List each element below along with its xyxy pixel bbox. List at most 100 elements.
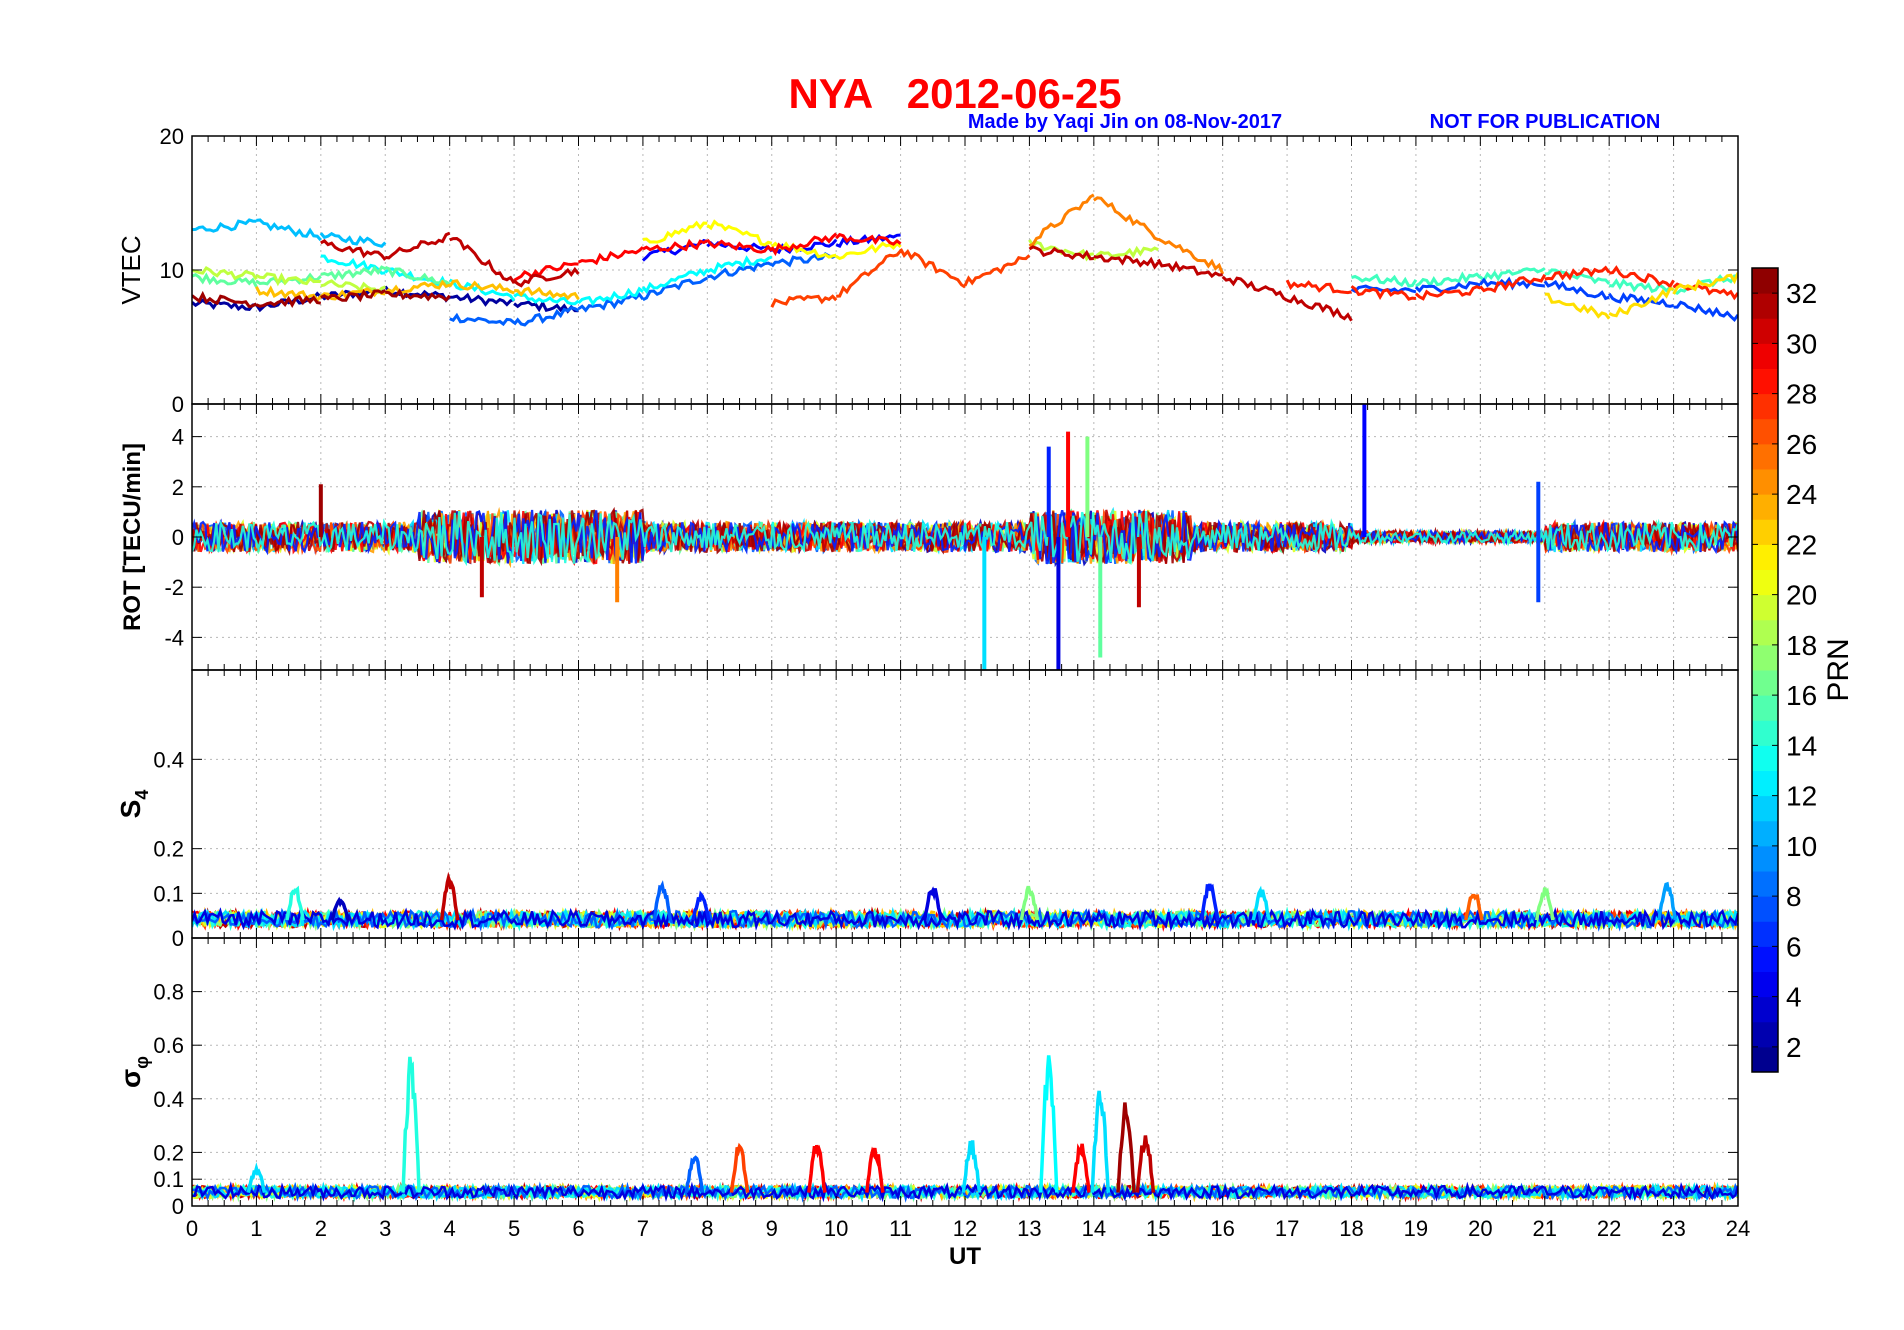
colorbar-cell: [1752, 494, 1778, 520]
s4-grid: [192, 670, 1738, 938]
credit-text: Made by Yaqi Jin on 08-Nov-2017: [968, 111, 1282, 133]
colorbar-tick-label: 2: [1786, 1032, 1802, 1063]
figure-title: NYA 2012-06-25: [788, 70, 1121, 117]
x-tick-label: 13: [1017, 1216, 1041, 1241]
y-tick-label: 0.1: [153, 881, 184, 906]
colorbar-cell: [1752, 418, 1778, 445]
colorbar-cell: [1752, 393, 1778, 420]
colorbar-cell: [1752, 670, 1778, 696]
x-tick-label: 6: [572, 1216, 584, 1241]
figure: NYA 2012-06-25 Made by Yaqi Jin on 08-No…: [115, 70, 1855, 1270]
rot-ylabel: ROT [TECU/min]: [119, 443, 146, 631]
colorbar-tick-label: 24: [1786, 479, 1817, 510]
colorbar-cell: [1752, 745, 1778, 771]
y-tick-label: 2: [172, 475, 184, 500]
y-tick-label: 4: [172, 425, 184, 450]
panel-vtec: 0 10 20 VTEC: [116, 124, 1739, 417]
colorbar-cell: [1752, 569, 1778, 596]
s4-ylabel: S4: [115, 790, 152, 819]
sigma_phi-peak: [1090, 1090, 1111, 1193]
colorbar-tick-label: 20: [1786, 580, 1817, 611]
x-tick-label: 23: [1661, 1216, 1685, 1241]
x-tick-label: 5: [508, 1216, 520, 1241]
vtec-series-prn-25: [1028, 193, 1225, 275]
colorbar-cell: [1752, 971, 1778, 998]
y-tick-label: 0.2: [153, 837, 184, 862]
x-axis-label: UT: [949, 1243, 981, 1270]
colorbar-tick-label: 6: [1786, 931, 1802, 962]
panel-sigma_phi: 00.10.20.40.60.8σφ0 1 2 3 4 5 6 7 8 9 10 11 12 13 14 15…: [115, 937, 1750, 1270]
colorbar-cell: [1752, 268, 1778, 294]
x-tick-label: 0: [186, 1216, 198, 1241]
x-tick-label: 20: [1468, 1216, 1492, 1241]
sigma_phi-peak: [1116, 1102, 1136, 1193]
colorbar-cell: [1752, 871, 1778, 897]
y-tick-label: -2: [164, 575, 184, 600]
vtec-ylabel: VTEC: [116, 235, 146, 304]
rot-data: [192, 404, 1738, 670]
y-tick-label: 0.6: [153, 1033, 184, 1058]
sigma_phi-peak: [401, 1056, 421, 1193]
vtec-series-prn-16: [192, 265, 451, 288]
colorbar-tick-label: 16: [1786, 680, 1817, 711]
notice-text: NOT FOR PUBLICATION: [1430, 111, 1661, 133]
colorbar-cell: [1752, 845, 1778, 872]
y-tick-label: 0.1: [153, 1167, 184, 1192]
sigma_phi-peak: [961, 1140, 982, 1193]
colorbar-cell: [1752, 1046, 1778, 1073]
x-tick-label: 3: [379, 1216, 391, 1241]
x-tick-label: 21: [1533, 1216, 1557, 1241]
colorbar-tick-label: 8: [1786, 881, 1802, 912]
colorbar-cell: [1752, 343, 1778, 369]
x-tick-label: 11: [889, 1216, 912, 1241]
x-tick-label: 4: [444, 1216, 456, 1241]
colorbar-tick-label: 12: [1786, 781, 1817, 812]
colorbar-cell: [1752, 469, 1778, 495]
x-tick-label: 15: [1146, 1216, 1170, 1241]
y-tick-label: 0: [172, 392, 184, 417]
colorbar-cell: [1752, 519, 1778, 545]
colorbar-tick-label: 26: [1786, 429, 1817, 460]
colorbar-tick-label: 30: [1786, 328, 1817, 359]
colorbar-tick-label: 4: [1786, 982, 1802, 1013]
colorbar-tick-label: 18: [1786, 630, 1817, 661]
colorbar-cell: [1752, 594, 1778, 621]
colorbar-tick-label: 32: [1786, 278, 1817, 309]
y-tick-label: 0: [172, 525, 184, 550]
colorbar-cell: [1752, 695, 1778, 721]
x-tick-label: 1: [250, 1216, 262, 1241]
x-tick-label: 19: [1404, 1216, 1428, 1241]
colorbar-cell: [1752, 544, 1778, 570]
colorbar-cell: [1752, 619, 1778, 646]
sigma_phi-peak: [1071, 1143, 1091, 1193]
y-tick-label: -4: [164, 625, 184, 650]
panel-s4: 0 0.1 0.2 0.4S4: [115, 669, 1739, 951]
colorbar-cell: [1752, 318, 1778, 344]
colorbar-tick-label: 22: [1786, 529, 1817, 560]
sigma_phi-peak: [1038, 1055, 1059, 1193]
x-tick-label: 18: [1339, 1216, 1363, 1241]
colorbar-cell: [1752, 996, 1778, 1023]
y-tick-label: 0.8: [153, 980, 184, 1005]
x-tick-label: 12: [953, 1216, 977, 1241]
panel-rot: -4 -2 0 2 4 ROT [TECU/min]: [119, 403, 1739, 671]
y-tick-label: 10: [160, 258, 184, 283]
panels: 01020VTEC-4-2024ROT [TECU/min]00.10.20.4…: [115, 124, 1750, 1270]
colorbar-cell: [1752, 946, 1778, 972]
colorbar-cell: [1752, 820, 1778, 847]
x-tick-label: 17: [1275, 1216, 1299, 1241]
x-tick-label: 10: [824, 1216, 848, 1241]
x-tick-label: 9: [766, 1216, 778, 1241]
y-tick-label: 0.4: [153, 747, 184, 772]
y-tick-label: 0: [172, 1194, 184, 1219]
s4-data: [192, 871, 1738, 932]
x-tick-label: 2: [315, 1216, 327, 1241]
x-tick-label: 24: [1726, 1216, 1750, 1241]
colorbar-cell: [1752, 368, 1778, 395]
y-tick-label: 0.2: [153, 1140, 184, 1165]
colorbar-cell: [1752, 1021, 1778, 1048]
colorbar-cell: [1752, 896, 1778, 922]
colorbar-cell: [1752, 293, 1778, 319]
vtec-grid: [192, 136, 1738, 404]
sigma_phi-ylabel: σφ: [115, 1056, 152, 1088]
